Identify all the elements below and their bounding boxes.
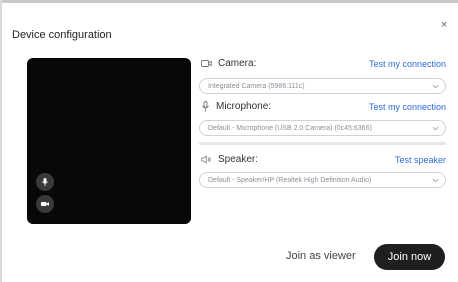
speaker-icon <box>201 155 211 164</box>
microphone-level-meter <box>199 142 446 145</box>
camera-select-value: Integrated Camera (5986:111c) <box>208 82 305 90</box>
microphone-label-row: Microphone: <box>201 101 271 112</box>
chevron-down-icon <box>432 84 439 88</box>
microphone-icon <box>42 178 48 186</box>
video-preview <box>27 58 191 224</box>
mute-microphone-button[interactable] <box>36 173 54 191</box>
microphone-select[interactable]: Default - Microphone (USB 2.0 Camera) (0… <box>199 120 446 136</box>
camera-label: Camera: <box>218 58 257 69</box>
speaker-select[interactable]: Default - Speaker/HP (Realtek High Defin… <box>199 172 446 188</box>
join-now-button[interactable]: Join now <box>374 244 445 270</box>
video-camera-icon <box>41 202 49 206</box>
test-speaker-link[interactable]: Test speaker <box>395 155 446 165</box>
microphone-icon <box>202 101 209 112</box>
speaker-select-value: Default - Speaker/HP (Realtek High Defin… <box>208 176 372 184</box>
speaker-label: Speaker: <box>218 154 259 165</box>
test-camera-connection-link[interactable]: Test my connection <box>369 59 446 69</box>
camera-icon <box>201 60 212 67</box>
speaker-label-row: Speaker: <box>201 154 258 165</box>
dialog-title: Device configuration <box>12 29 112 41</box>
microphone-label: Microphone: <box>216 101 272 112</box>
chevron-down-icon <box>432 178 439 182</box>
join-as-viewer-button[interactable]: Join as viewer <box>286 250 356 262</box>
close-button[interactable]: × <box>441 20 447 31</box>
camera-label-row: Camera: <box>201 58 256 69</box>
chevron-down-icon <box>432 126 439 130</box>
camera-select[interactable]: Integrated Camera (5986:111c) <box>199 78 446 94</box>
test-microphone-connection-link[interactable]: Test my connection <box>369 102 446 112</box>
microphone-select-value: Default - Microphone (USB 2.0 Camera) (0… <box>208 124 372 132</box>
stop-video-button[interactable] <box>36 195 54 213</box>
